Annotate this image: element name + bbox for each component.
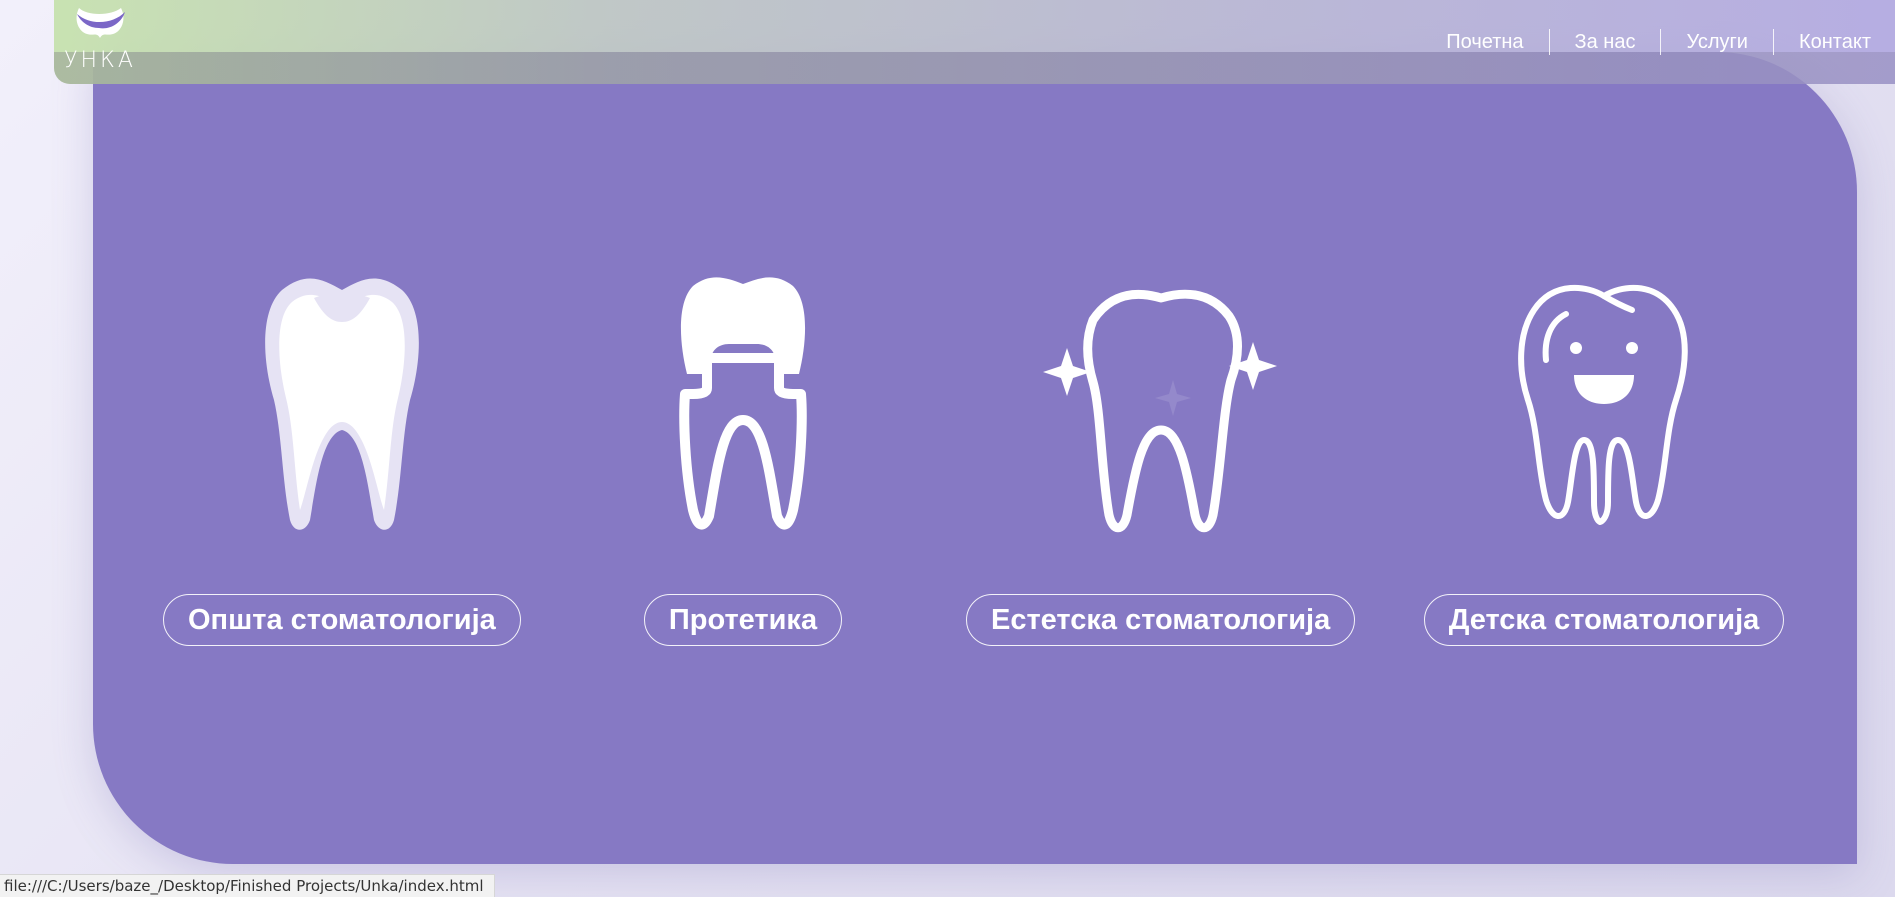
nav-contact[interactable]: Контакт (1774, 29, 1871, 55)
service-card-general: Општа стоматологија (163, 270, 521, 646)
smiling-tooth-icon (1421, 270, 1787, 540)
brand-name: УНКА (64, 48, 136, 73)
browser-status-bar: file:///C:/Users/baze_/Desktop/Finished … (0, 874, 495, 897)
tooth-icon (163, 270, 520, 540)
service-button-aesthetic[interactable]: Естетска стоматологија (966, 594, 1356, 646)
nav-services[interactable]: Услуги (1661, 29, 1773, 55)
nav-home[interactable]: Почетна (1421, 29, 1548, 55)
service-button-general[interactable]: Општа стоматологија (163, 594, 521, 646)
service-card-prosthetics: Протетика (643, 270, 843, 646)
brand-logo[interactable]: УНКА (58, 2, 142, 78)
service-card-pediatric: Детска стоматологија (1421, 270, 1787, 646)
sparkling-tooth-icon (966, 270, 1355, 540)
crown-tooth-icon (643, 270, 843, 540)
main-nav: Почетна За нас Услуги Контакт (1421, 29, 1871, 55)
tooth-logo-icon (76, 8, 125, 38)
service-button-pediatric[interactable]: Детска стоматологија (1423, 594, 1785, 646)
nav-about[interactable]: За нас (1550, 29, 1661, 55)
service-card-aesthetic: Естетска стоматологија (966, 270, 1356, 646)
service-button-prosthetics[interactable]: Протетика (643, 594, 843, 646)
